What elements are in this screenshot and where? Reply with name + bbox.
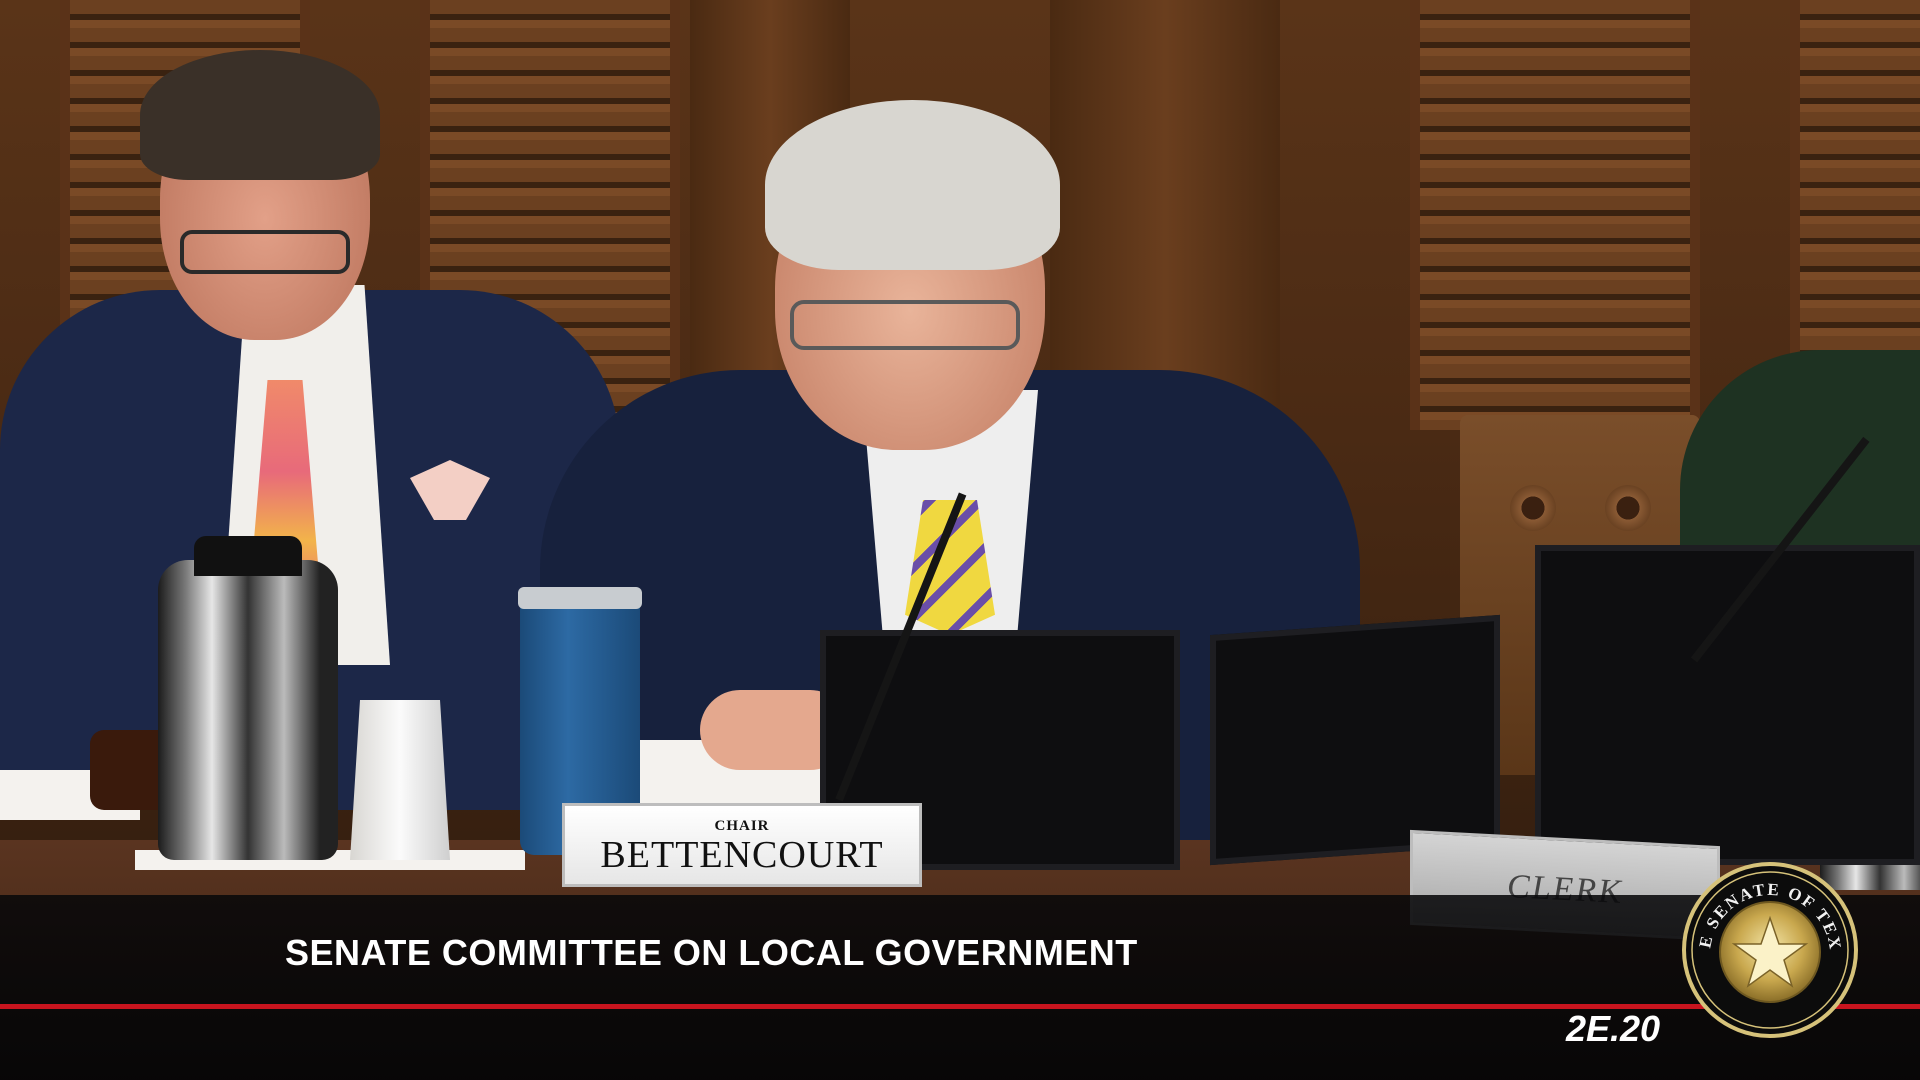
senate-seal-icon: THE SENATE OF TEXAS xyxy=(1680,860,1858,1038)
chair-name-plate: CHAIR BETTENCOURT xyxy=(562,803,922,887)
committee-caption: SENATE COMMITTEE ON LOCAL GOVERNMENT xyxy=(285,932,1138,973)
lower-third-bar xyxy=(0,895,1920,1080)
senator-left-glasses xyxy=(180,230,350,274)
thermal-pitcher xyxy=(158,536,338,860)
desk-monitor xyxy=(1210,614,1500,866)
foam-cups xyxy=(350,700,450,860)
laptop-screen xyxy=(1535,545,1920,865)
senator-left-hair xyxy=(140,50,380,180)
window-shutter xyxy=(1410,0,1700,430)
window-shutter xyxy=(1790,0,1920,400)
chair-glasses xyxy=(790,300,1020,350)
room-number: 2E.20 xyxy=(1566,1008,1661,1049)
chair-name: BETTENCOURT xyxy=(600,834,884,876)
chair-hair xyxy=(765,100,1060,270)
